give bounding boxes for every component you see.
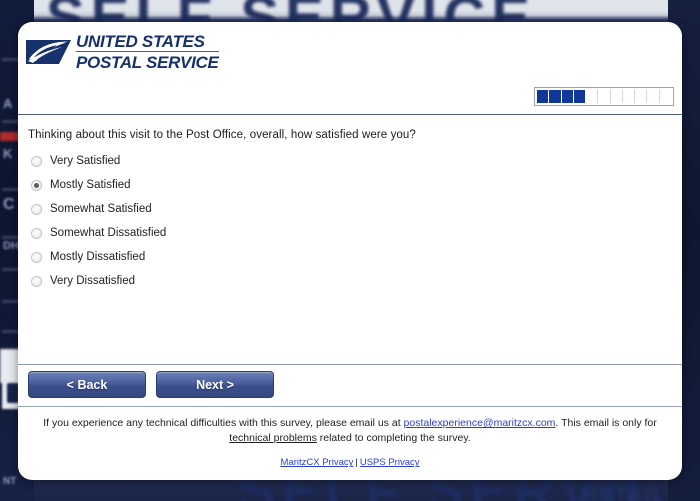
radio-button-icon[interactable]	[31, 155, 42, 167]
survey-card: UNITED STATES POSTAL SERVICE Thinking ab…	[18, 22, 682, 480]
progress-segment-empty	[586, 90, 599, 103]
usps-logo-text: UNITED STATES POSTAL SERVICE	[76, 33, 219, 71]
maritzcx-privacy-link[interactable]: MaritzCX Privacy	[281, 457, 354, 468]
card-footer: If you experience any technical difficul…	[18, 407, 682, 468]
usps-logo-line2: POSTAL SERVICE	[76, 53, 219, 72]
radio-option-label: Very Dissatisfied	[50, 275, 136, 287]
background-sign-retail: RETAIL	[583, 484, 666, 501]
usps-logo-line1: UNITED STATES	[76, 32, 205, 51]
footer-text-before-email: If you experience any technical difficul…	[43, 417, 404, 429]
radio-option-label: Very Satisfied	[50, 155, 121, 167]
survey-body: Thinking about this visit to the Post Of…	[18, 115, 682, 365]
support-email-link[interactable]: postalexperience@maritzcx.com	[404, 417, 556, 429]
footer-text-after-email: . This email is only for	[555, 417, 657, 429]
radio-option-somewhat-dissatisfied[interactable]: Somewhat Dissatisfied	[28, 221, 672, 245]
background-kiosk-glyph: C	[3, 196, 15, 213]
navigation-row: < Back Next >	[18, 365, 682, 407]
radio-button-icon[interactable]	[31, 227, 42, 239]
radio-option-very-satisfied[interactable]: Very Satisfied	[28, 149, 672, 173]
background-kiosk-glyph: K	[3, 146, 13, 161]
radio-button-icon[interactable]	[31, 179, 42, 191]
radio-option-label: Somewhat Satisfied	[50, 203, 152, 215]
progress-segment-empty	[610, 90, 623, 103]
usps-eagle-icon	[26, 40, 71, 64]
radio-button-icon[interactable]	[31, 251, 42, 263]
progress-segment-empty	[659, 90, 671, 103]
background-kiosk-glyph: NT	[3, 476, 17, 487]
radio-option-very-dissatisfied[interactable]: Very Dissatisfied	[28, 269, 672, 293]
background-kiosk-glyph: DH	[3, 240, 19, 252]
back-button[interactable]: < Back	[28, 371, 146, 398]
radio-option-mostly-satisfied[interactable]: Mostly Satisfied	[28, 173, 672, 197]
usps-logo: UNITED STATES POSTAL SERVICE	[26, 33, 219, 71]
usps-logo-rule	[76, 51, 219, 52]
background-kiosk-glyph: A	[3, 96, 13, 111]
radio-option-mostly-dissatisfied[interactable]: Mostly Dissatisfied	[28, 245, 672, 269]
survey-question: Thinking about this visit to the Post Of…	[28, 129, 416, 141]
radio-option-label: Mostly Dissatisfied	[50, 251, 146, 263]
progress-segment-empty	[647, 90, 660, 103]
radio-option-somewhat-satisfied[interactable]: Somewhat Satisfied	[28, 197, 672, 221]
progress-segment-filled	[549, 90, 562, 103]
progress-segment-empty	[622, 90, 636, 103]
progress-segment-filled	[573, 90, 587, 103]
technical-help-text: If you experience any technical difficul…	[30, 416, 670, 446]
progress-segment-filled	[537, 90, 550, 103]
progress-segment-filled	[561, 90, 574, 103]
usps-privacy-link[interactable]: USPS Privacy	[360, 457, 420, 468]
technical-problems-link[interactable]: technical problems	[229, 432, 317, 444]
progress-segment-empty	[598, 90, 611, 103]
footer-text-end: related to completing the survey.	[316, 432, 471, 445]
satisfaction-options: Very Satisfied Mostly Satisfied Somewhat S…	[28, 149, 672, 293]
card-header: UNITED STATES POSTAL SERVICE	[18, 22, 682, 115]
radio-button-icon[interactable]	[31, 203, 42, 215]
progress-segment-empty	[635, 90, 648, 103]
survey-progress-bar	[534, 87, 674, 106]
next-button[interactable]: Next >	[156, 371, 274, 398]
radio-option-label: Mostly Satisfied	[50, 179, 131, 191]
radio-option-label: Somewhat Dissatisfied	[50, 227, 167, 239]
privacy-links: MaritzCX Privacy | USPS Privacy	[30, 457, 670, 468]
radio-button-icon[interactable]	[31, 275, 42, 287]
